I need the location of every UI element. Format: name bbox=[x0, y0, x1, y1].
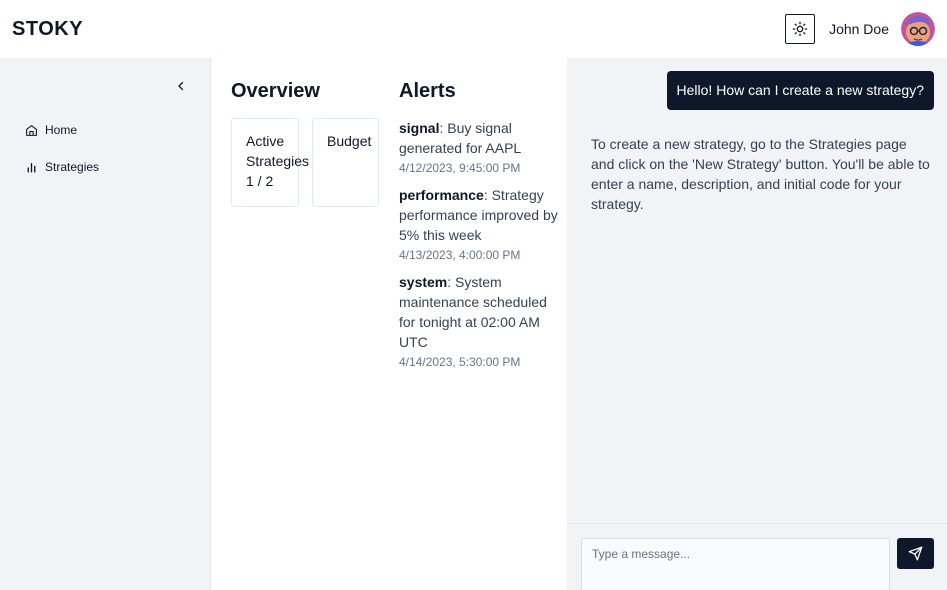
alerts-list: signal: Buy signal generated for AAPL 4/… bbox=[399, 118, 559, 379]
alert-item: performance: Strategy performance improv… bbox=[399, 185, 559, 263]
alerts-title: Alerts bbox=[399, 80, 456, 102]
top-header: STOKY John Doe bbox=[0, 0, 947, 58]
message-input[interactable] bbox=[581, 538, 890, 590]
alert-item: system: System maintenance scheduled for… bbox=[399, 272, 559, 370]
budget-card: Budget bbox=[312, 118, 379, 207]
sidebar-collapse-button[interactable] bbox=[173, 78, 189, 94]
header-actions: John Doe bbox=[785, 12, 935, 46]
active-strategies-card: Active Strategies 1 / 2 bbox=[231, 118, 310, 207]
sidebar-nav: Home Strategies bbox=[25, 120, 99, 194]
alert-timestamp: 4/14/2023, 5:30:00 PM bbox=[399, 355, 521, 369]
card-label: Budget bbox=[327, 133, 372, 149]
card-label: Active Strategies bbox=[246, 133, 310, 169]
alert-type: signal bbox=[399, 120, 440, 136]
overview-title: Overview bbox=[231, 80, 320, 102]
alert-type: performance bbox=[399, 187, 484, 203]
sidebar-item-label: Strategies bbox=[45, 160, 100, 174]
main-content: Overview Active Strategies 1 / 2 Budget … bbox=[211, 58, 567, 590]
sidebar-item-strategies[interactable]: Strategies bbox=[25, 157, 99, 177]
alert-item: signal: Buy signal generated for AAPL 4/… bbox=[399, 118, 559, 176]
alert-message: system: System maintenance scheduled for… bbox=[399, 272, 559, 352]
avatar[interactable] bbox=[901, 12, 935, 46]
assistant-message: To create a new strategy, go to the Stra… bbox=[591, 136, 930, 212]
theme-toggle-button[interactable] bbox=[785, 14, 816, 44]
app-logo[interactable]: STOKY bbox=[12, 18, 83, 41]
sidebar-item-home[interactable]: Home bbox=[25, 120, 99, 140]
user-message-bubble: Hello! How can I create a new strategy? bbox=[666, 71, 934, 110]
home-icon bbox=[26, 124, 37, 136]
user-name[interactable]: John Doe bbox=[829, 21, 889, 37]
card-value: 1 / 2 bbox=[246, 173, 274, 189]
alert-timestamp: 4/12/2023, 9:45:00 PM bbox=[399, 161, 521, 175]
send-button[interactable] bbox=[897, 538, 934, 569]
sidebar-item-label: Home bbox=[45, 123, 78, 137]
avatar-image bbox=[901, 12, 935, 46]
sidebar: Home Strategies bbox=[0, 58, 211, 590]
sun-icon bbox=[792, 21, 808, 37]
alert-message: signal: Buy signal generated for AAPL bbox=[399, 118, 559, 158]
chevron-left-icon bbox=[178, 81, 184, 91]
alert-type: system bbox=[399, 274, 448, 290]
alert-timestamp: 4/13/2023, 4:00:00 PM bbox=[399, 248, 521, 262]
bar-chart-icon bbox=[27, 162, 36, 173]
chat-composer bbox=[567, 523, 947, 590]
chat-panel: Hello! How can I create a new strategy? … bbox=[567, 58, 947, 590]
send-icon bbox=[908, 546, 923, 561]
alert-message: performance: Strategy performance improv… bbox=[399, 185, 559, 245]
